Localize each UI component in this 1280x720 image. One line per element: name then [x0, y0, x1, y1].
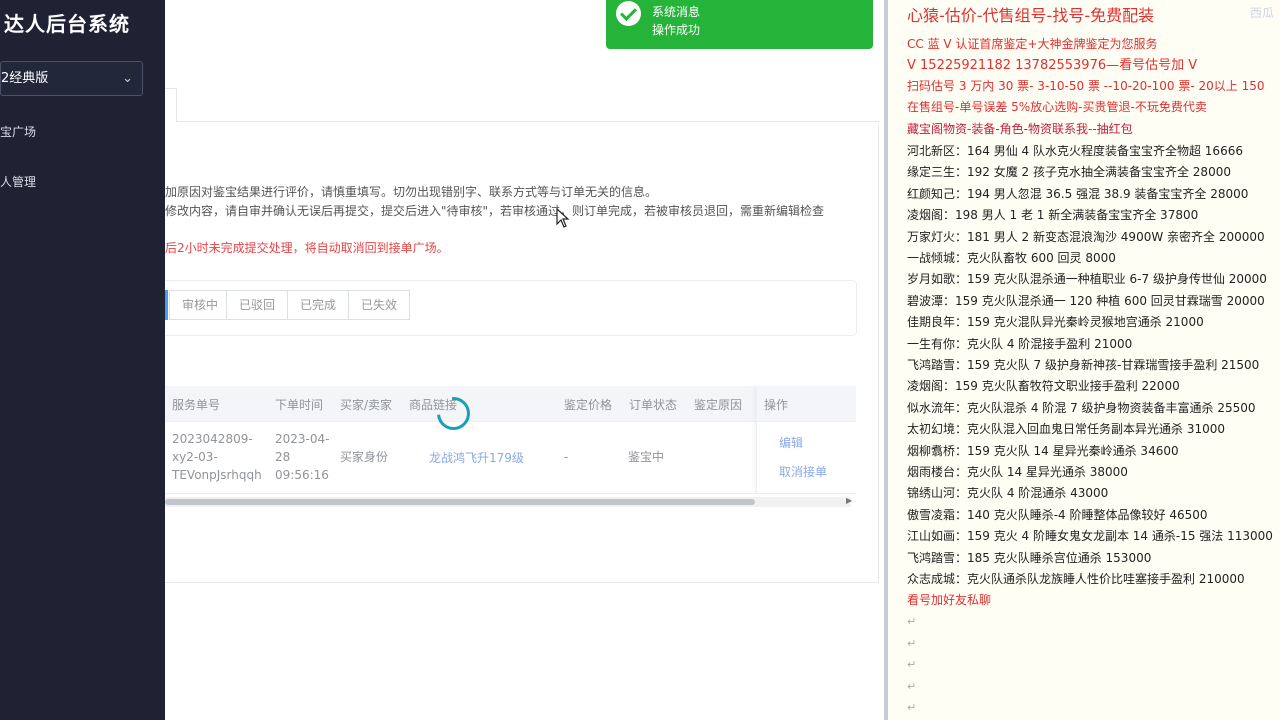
product-link[interactable]: 龙战鸿飞升179级 — [429, 449, 524, 467]
main-content: 加原因对鉴宝结果进行评价，请慎重填写。切勿出现错别字、联系方式等与订单无关的信息… — [165, 0, 884, 720]
order-status: 鉴宝中 — [628, 450, 665, 464]
notice-line-3: 后2小时未完成提交处理，将自动取消回到接单广场。 — [165, 241, 449, 255]
note-line: 似水流年：克火队混杀 4 阶混 7 级护身物资装备丰富通杀 25500 — [907, 400, 1256, 415]
col-status: 订单状态 — [629, 398, 678, 412]
note-line: V 15225921182 13782553976—看号估号加 V — [907, 58, 1198, 73]
chevron-down-icon: ⌄ — [122, 71, 133, 86]
note-line: 河北新区：164 男仙 4 队水克火程度装备宝宝齐全物超 16666 — [907, 144, 1243, 158]
note-line: 佳期良年：159 克火混队异光秦岭灵猴地宫通杀 21000 — [907, 315, 1204, 330]
order-time-line-1: 2023-04- — [275, 432, 330, 446]
col-reason: 鉴定原因 — [694, 398, 743, 412]
note-line: 在售组号-单号误差 5%放心选购-买贵管退-不玩免费代卖 — [907, 100, 1207, 114]
note-line: 锦绣山河：克火队 4 阶混通杀 43000 — [907, 486, 1109, 501]
note-line: 凌烟阁：159 克火队畜牧符文职业接手盈利 22000 — [907, 379, 1180, 394]
note-line: 红颜知己：194 男人忽混 36.5 强混 38.9 装备宝宝齐全 28000 — [907, 186, 1249, 201]
scroll-right-arrow-icon[interactable]: ▶ — [846, 496, 852, 505]
col-price: 鉴定价格 — [564, 398, 613, 412]
col-order-time: 下单时间 — [275, 398, 324, 412]
note-line: 烟柳翥桥：159 克火队 14 星异光秦岭通杀 34600 — [907, 443, 1179, 458]
empty-paragraph-mark: ↵ — [907, 615, 917, 628]
tab-edge — [165, 88, 177, 122]
note-line: 扫码估号 3 万内 30 票- 3-10-50 票 --10-20-100 票-… — [907, 79, 1265, 93]
note-line: 看号加好友私聊 — [907, 593, 992, 608]
watermark-label: 西瓜 — [1249, 6, 1274, 20]
active-tab-edge — [165, 290, 168, 320]
note-line: 烟雨楼台：克火队 14 星异光通杀 38000 — [907, 465, 1128, 479]
scrollbar-thumb[interactable] — [165, 499, 755, 505]
note-line: 心猿-估价-代售组号-找号-免费配装 — [907, 6, 1155, 25]
toast-title: 系统消息 — [652, 5, 701, 19]
notice-line-1: 加原因对鉴宝结果进行评价，请慎重填写。切勿出现错别字、联系方式等与订单无关的信息… — [165, 185, 658, 199]
tab-divider — [177, 121, 879, 122]
admin-app: 达人后台系统 2经典版 ⌄ 宝广场 人管理 加原因对鉴宝结果进行评价，请慎重填写… — [0, 0, 884, 720]
empty-paragraph-mark: ↵ — [907, 636, 917, 650]
sidebar: 达人后台系统 2经典版 ⌄ 宝广场 人管理 — [0, 0, 165, 720]
empty-paragraph-mark: ↵ — [907, 701, 917, 714]
success-toast: 系统消息 操作成功 — [606, 0, 873, 49]
tab-reviewing[interactable]: 审核中 — [169, 290, 232, 320]
note-line: 江山如画：159 克火 4 阶睡女鬼女龙副本 14 通杀-15 强法 11300… — [907, 529, 1273, 544]
note-line: 飞鸿踏雪：185 克火队睡杀宫位通杀 153000 — [907, 550, 1152, 565]
version-select[interactable]: 2经典版 ⌄ — [0, 61, 143, 96]
tab-completed[interactable]: 已完成 — [287, 290, 350, 320]
toast-message: 操作成功 — [652, 23, 701, 37]
col-buyer-seller: 买家/卖家 — [340, 398, 393, 412]
order-time-line-2: 28 — [275, 450, 291, 464]
edit-button[interactable]: 编辑 — [779, 434, 803, 452]
empty-paragraph-mark: ↵ — [907, 679, 917, 693]
version-select-value: 2经典版 — [1, 71, 49, 86]
price-value: - — [564, 450, 569, 464]
order-no-line-1: 2023042809- — [172, 432, 253, 446]
note-line: 万家灯火：181 男人 2 新变态混浪淘沙 4900W 亲密齐全 200000 — [907, 229, 1265, 244]
buyer-role: 买家身份 — [340, 450, 389, 464]
note-line: CC 蓝 V 认证首席鉴定+大神金牌鉴定为您服务 — [907, 37, 1158, 51]
order-no-line-3: TEVonpJsrhqqh — [172, 468, 262, 482]
sidebar-item-square[interactable]: 宝广场 — [0, 123, 36, 140]
check-circle-icon — [616, 1, 641, 26]
order-no-line-2: xy2-03- — [172, 450, 218, 464]
cancel-order-button[interactable]: 取消接单 — [779, 463, 827, 481]
note-line: 岁月如歌：159 克火队混杀通一种植职业 6-7 级护身传世仙 20000 — [907, 272, 1267, 287]
note-line: 一生有你：克火队 4 阶混接手盈利 21000 — [907, 336, 1133, 351]
col-actions: 操作 — [764, 398, 789, 412]
table-header — [165, 386, 856, 422]
note-line: 凌烟阁：198 男人 1 老 1 新全满装备宝宝齐全 37800 — [907, 208, 1199, 223]
tab-rejected[interactable]: 已驳回 — [226, 290, 289, 320]
empty-paragraph-mark: ↵ — [907, 658, 917, 671]
row-divider — [165, 493, 856, 494]
note-line: 飞鸿踏雪：159 克火队 7 级护身新神孩-甘霖瑞雪接手盈利 21500 — [907, 358, 1260, 372]
col-order-no: 服务单号 — [172, 398, 221, 412]
brand-title: 达人后台系统 — [4, 12, 130, 36]
mouse-cursor-icon — [556, 208, 570, 228]
note-line: 一战倾城：克火队畜牧 600 回灵 8000 — [907, 251, 1116, 265]
note-line: 众志成城：克火队通杀队龙族睡人性价比哇塞接手盈利 210000 — [907, 572, 1245, 586]
note-line: 太初幻境：克火队混入回血鬼日常任务副本异光通杀 31000 — [907, 422, 1225, 437]
note-line: 碧波潭：159 克火队混杀通一 120 种植 600 回灵甘霖瑞雪 20000 — [907, 293, 1265, 308]
tab-expired[interactable]: 已失效 — [348, 290, 411, 320]
note-line: 缘定三生：192 女魔 2 孩子克水抽全满装备宝宝齐全 28000 — [907, 165, 1231, 180]
notice-line-2: 修改内容，请自审并确认无误后再提交，提交后进入"待审核"，若审核通过，则订单完成… — [165, 204, 825, 218]
sidebar-item-manage[interactable]: 人管理 — [0, 173, 36, 190]
note-line: 藏宝阁物资-装备-角色-物资联系我--抽红包 — [907, 122, 1133, 136]
notes-document: 西瓜 心猿-估价-代售组号-找号-免费配装 CC 蓝 V 认证首席鉴定+大神金牌鉴… — [888, 0, 1280, 720]
note-line: 傲雪凌霜：140 克火队睡杀-4 阶睡整体品像较好 46500 — [907, 507, 1208, 522]
order-time-line-3: 09:56:16 — [275, 468, 329, 482]
